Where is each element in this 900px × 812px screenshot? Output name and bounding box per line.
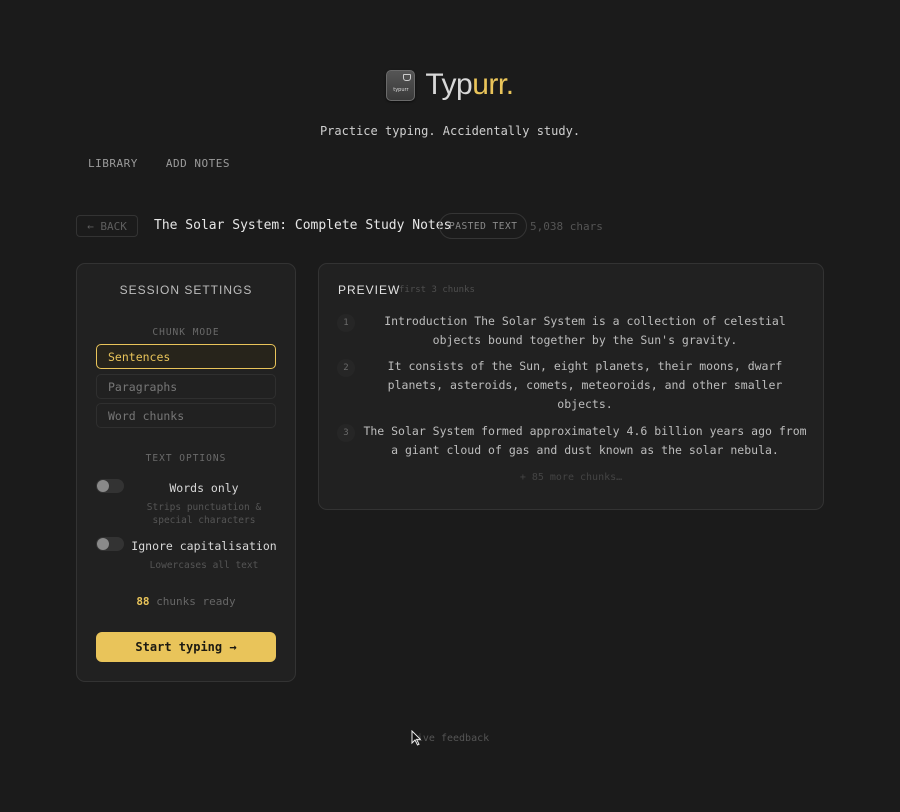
mouse-cursor-icon — [411, 730, 421, 746]
cat-ear-icon — [403, 73, 412, 81]
brand-name-accent: urr. — [472, 68, 514, 101]
back-button[interactable]: ← BACK — [76, 215, 138, 237]
char-count: 5,038 chars — [530, 220, 603, 233]
preview-panel: PREVIEW first 3 chunks 1 Introduction Th… — [318, 263, 824, 510]
nav-add-notes[interactable]: ADD NOTES — [166, 157, 230, 170]
logo-icon: typurr — [386, 69, 416, 101]
chunk-text: Introduction The Solar System is a colle… — [384, 314, 786, 347]
preview-subtitle: first 3 chunks — [399, 285, 475, 295]
document-title: The Solar System: Complete Study Notes — [154, 218, 452, 233]
tagline: Practice typing. Accidentally study. — [319, 124, 581, 138]
toggle-knob — [97, 480, 109, 492]
words-only-hint: Strips punctuation & special characters — [146, 502, 262, 526]
ignore-caps-toggle[interactable] — [96, 537, 124, 551]
chunks-ready: 88 chunks ready — [77, 595, 295, 608]
mode-word-chunks[interactable]: Word chunks — [96, 403, 276, 428]
main-nav: LIBRARY ADD NOTES — [88, 157, 230, 170]
source-badge: PASTED TEXT — [439, 213, 528, 239]
words-only-toggle[interactable] — [96, 479, 124, 493]
chunk-text: It consists of the Sun, eight planets, t… — [387, 359, 783, 411]
ignore-caps-label: Ignore capitalisation — [131, 539, 277, 553]
chunk-number: 1 — [337, 314, 355, 332]
logo-text: typurr — [393, 86, 409, 93]
start-typing-button[interactable]: Start typing → — [96, 632, 276, 662]
brand-header: typurr Typurr. — [0, 64, 900, 106]
words-only-label: Words only — [169, 481, 239, 495]
text-options-label: TEXT OPTIONS — [145, 453, 227, 464]
session-settings-panel: SESSION SETTINGS CHUNK MODE Sentences Pa… — [76, 263, 296, 682]
chunks-ready-label: chunks ready — [156, 595, 236, 608]
settings-title: SESSION SETTINGS — [119, 283, 253, 297]
more-chunks: + 85 more chunks… — [519, 472, 623, 483]
brand-name-main: Typ — [425, 68, 473, 101]
toggle-knob — [97, 538, 109, 550]
nav-library[interactable]: LIBRARY — [88, 157, 138, 170]
feedback-link[interactable]: Give feedback — [0, 733, 900, 744]
chunk-number: 2 — [337, 359, 355, 377]
mode-paragraphs[interactable]: Paragraphs — [96, 374, 276, 399]
chunks-count: 88 — [136, 595, 150, 608]
chunk-text: The Solar System formed approximately 4.… — [363, 424, 807, 457]
brand-name: Typurr. — [425, 68, 514, 102]
ignore-caps-hint: Lowercases all text — [149, 560, 259, 571]
chunk-mode-label: CHUNK MODE — [152, 327, 220, 338]
chunk-number: 3 — [337, 424, 355, 442]
preview-title: PREVIEW — [338, 283, 401, 297]
mode-sentences[interactable]: Sentences — [96, 344, 276, 369]
